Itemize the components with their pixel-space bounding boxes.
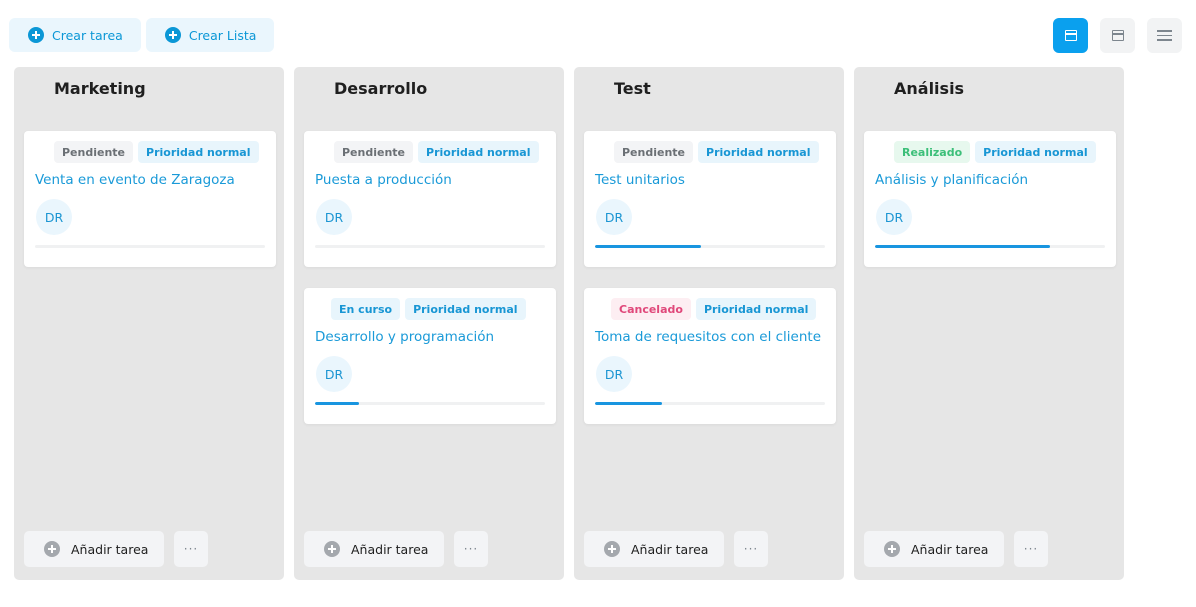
compact-view-button[interactable] bbox=[1100, 18, 1135, 53]
task-title[interactable]: Toma de requesitos con el cliente bbox=[595, 329, 821, 345]
avatar[interactable]: DR bbox=[876, 199, 912, 235]
column-marketing: Marketing Pendiente Prioridad normal Ven… bbox=[14, 67, 284, 580]
view-switcher bbox=[1053, 18, 1182, 53]
add-task-label: Añadir tarea bbox=[911, 541, 989, 557]
plus-circle-icon bbox=[164, 27, 181, 43]
more-options-button[interactable]: ··· bbox=[174, 531, 208, 567]
task-card[interactable]: Pendiente Prioridad normal Puesta a prod… bbox=[304, 131, 556, 267]
task-card[interactable]: Pendiente Prioridad normal Test unitario… bbox=[584, 131, 836, 267]
task-title[interactable]: Venta en evento de Zaragoza bbox=[35, 172, 235, 188]
plus-circle-icon bbox=[44, 541, 60, 557]
avatar[interactable]: DR bbox=[596, 199, 632, 235]
add-task-button[interactable]: Añadir tarea bbox=[864, 531, 1004, 567]
progress-bar bbox=[315, 245, 545, 248]
plus-circle-icon bbox=[324, 541, 340, 557]
column-title: Análisis bbox=[894, 79, 965, 98]
priority-badge: Prioridad normal bbox=[975, 141, 1096, 163]
avatar[interactable]: DR bbox=[596, 356, 632, 392]
task-title[interactable]: Análisis y planificación bbox=[875, 172, 1028, 188]
status-badge: Cancelado bbox=[611, 298, 691, 320]
progress-fill bbox=[595, 245, 701, 248]
progress-fill bbox=[875, 245, 1050, 248]
kanban-board: Marketing Pendiente Prioridad normal Ven… bbox=[14, 67, 1124, 580]
plus-circle-icon bbox=[884, 541, 900, 557]
add-task-button[interactable]: Añadir tarea bbox=[584, 531, 724, 567]
create-task-label: Crear tarea bbox=[52, 27, 123, 43]
column-analisis: Análisis Realizado Prioridad normal Anál… bbox=[854, 67, 1124, 580]
status-badge: Pendiente bbox=[614, 141, 694, 163]
column-title: Marketing bbox=[54, 79, 146, 98]
progress-bar bbox=[595, 245, 825, 248]
priority-badge: Prioridad normal bbox=[405, 298, 526, 320]
board-view-button[interactable] bbox=[1053, 18, 1088, 53]
add-task-label: Añadir tarea bbox=[71, 541, 149, 557]
status-badge: Realizado bbox=[894, 141, 971, 163]
task-title[interactable]: Desarrollo y programación bbox=[315, 329, 494, 345]
progress-bar bbox=[35, 245, 265, 248]
task-card[interactable]: En curso Prioridad normal Desarrollo y p… bbox=[304, 288, 556, 424]
create-task-button[interactable]: Crear tarea bbox=[9, 18, 141, 52]
avatar[interactable]: DR bbox=[316, 199, 352, 235]
status-badge: Pendiente bbox=[54, 141, 134, 163]
list-view-icon bbox=[1157, 30, 1172, 41]
priority-badge: Prioridad normal bbox=[418, 141, 539, 163]
progress-fill bbox=[595, 402, 662, 405]
priority-badge: Prioridad normal bbox=[698, 141, 819, 163]
more-options-button[interactable]: ··· bbox=[734, 531, 768, 567]
task-card[interactable]: Pendiente Prioridad normal Venta en even… bbox=[24, 131, 276, 267]
task-title[interactable]: Puesta a producción bbox=[315, 172, 452, 188]
priority-badge: Prioridad normal bbox=[138, 141, 259, 163]
compact-view-icon bbox=[1111, 30, 1124, 41]
progress-bar bbox=[875, 245, 1105, 248]
column-desarrollo: Desarrollo Pendiente Prioridad normal Pu… bbox=[294, 67, 564, 580]
priority-badge: Prioridad normal bbox=[695, 298, 817, 320]
create-list-button[interactable]: Crear Lista bbox=[145, 18, 275, 52]
toolbar: Crear tarea Crear Lista bbox=[9, 18, 275, 52]
list-view-button[interactable] bbox=[1147, 18, 1182, 53]
task-card[interactable]: Realizado Prioridad normal Análisis y pl… bbox=[864, 131, 1116, 267]
task-card[interactable]: Cancelado Prioridad normal Toma de reque… bbox=[584, 288, 836, 424]
add-task-button[interactable]: Añadir tarea bbox=[24, 531, 164, 567]
add-task-button[interactable]: Añadir tarea bbox=[304, 531, 444, 567]
avatar[interactable]: DR bbox=[316, 356, 352, 392]
create-list-label: Crear Lista bbox=[188, 27, 257, 43]
progress-fill bbox=[315, 402, 359, 405]
add-task-label: Añadir tarea bbox=[351, 541, 429, 557]
status-badge: Pendiente bbox=[334, 141, 414, 163]
plus-circle-icon bbox=[28, 27, 44, 43]
column-title: Test bbox=[614, 79, 651, 98]
task-title[interactable]: Test unitarios bbox=[595, 172, 685, 188]
column-test: Test Pendiente Prioridad normal Test uni… bbox=[574, 67, 844, 580]
more-options-button[interactable]: ··· bbox=[1014, 531, 1048, 567]
plus-circle-icon bbox=[604, 541, 620, 557]
status-badge: En curso bbox=[331, 298, 401, 320]
column-title: Desarrollo bbox=[334, 79, 428, 98]
board-view-icon bbox=[1064, 30, 1077, 41]
progress-bar bbox=[595, 402, 825, 405]
more-options-button[interactable]: ··· bbox=[454, 531, 488, 567]
progress-bar bbox=[315, 402, 545, 405]
add-task-label: Añadir tarea bbox=[631, 541, 709, 557]
avatar[interactable]: DR bbox=[36, 199, 72, 235]
